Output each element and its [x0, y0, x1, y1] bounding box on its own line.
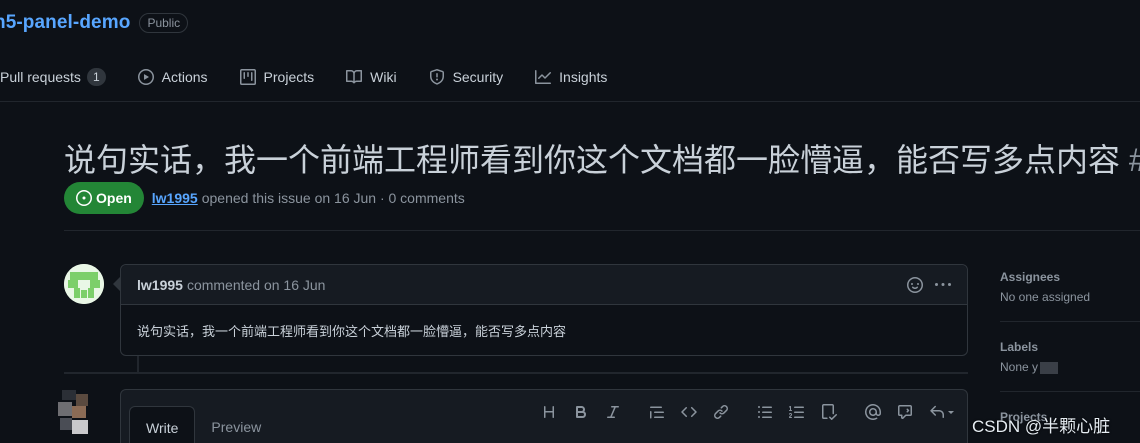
issue-state-badge: Open [64, 182, 144, 214]
comment-header: lw1995 commented on 16 Jun [121, 265, 967, 305]
heading-icon[interactable] [541, 404, 557, 420]
comment-editor: Write Preview [120, 389, 968, 443]
labels-value-text: None y [1000, 360, 1039, 374]
sidebar-divider [1000, 391, 1140, 392]
issue-opened-icon [76, 190, 92, 206]
identicon-avatar-icon [64, 264, 104, 304]
nav-divider [0, 101, 1140, 102]
current-user-avatar[interactable] [56, 388, 96, 440]
tab-write[interactable]: Write [129, 406, 196, 443]
tab-wiki-label: Wiki [370, 69, 397, 85]
tab-pull-requests-label: Pull requests [0, 69, 81, 85]
play-icon [137, 69, 154, 85]
reply-icon[interactable] [929, 404, 955, 420]
quote-icon[interactable] [649, 404, 665, 420]
comment-meta[interactable]: commented on 16 Jun [187, 277, 326, 293]
comment-box: lw1995 commented on 16 Jun 说句实话，我一个前端工程师… [113, 264, 968, 356]
timeline-line [137, 356, 139, 372]
pull-requests-counter: 1 [86, 68, 106, 86]
graph-icon [535, 70, 552, 84]
tab-pull-requests[interactable]: Pull requests 1 [0, 68, 106, 86]
comment-author-link[interactable]: lw1995 [137, 277, 183, 293]
repo-header: h5-panel-demo Public [0, 10, 189, 36]
cross-reference-icon[interactable] [897, 404, 913, 420]
tab-projects[interactable]: Projects [239, 69, 315, 85]
shield-icon [429, 69, 444, 85]
avatar[interactable] [64, 264, 104, 304]
tab-security[interactable]: Security [429, 69, 504, 85]
unordered-list-icon[interactable] [757, 404, 773, 420]
tab-insights-label: Insights [559, 69, 608, 85]
labels-heading: Labels [1000, 340, 1039, 354]
issue-meta-text: opened this issue on 16 Jun · 0 comments [201, 190, 465, 206]
markdown-toolbar [525, 403, 955, 420]
issue-meta: Open lw1995 opened this issue on 16 Jun … [64, 182, 465, 214]
italic-icon[interactable] [605, 404, 621, 420]
kebab-menu-icon[interactable] [935, 277, 951, 293]
link-icon[interactable] [713, 404, 729, 420]
bold-icon[interactable] [573, 404, 589, 420]
book-icon [346, 69, 363, 84]
visibility-badge: Public [139, 13, 189, 33]
labels-section[interactable]: Labels None y [1000, 340, 1140, 374]
ordered-list-icon[interactable] [789, 404, 805, 420]
mention-icon[interactable] [865, 403, 881, 420]
issue-state-label: Open [96, 190, 132, 206]
tab-security-label: Security [452, 69, 504, 85]
tab-wiki[interactable]: Wiki [346, 69, 397, 85]
task-list-icon[interactable] [821, 404, 838, 420]
tab-actions-label: Actions [161, 69, 208, 85]
issue-title: 说句实话，我一个前端工程师看到你这个文档都一脸懵逼，能否写多点内容 # [64, 135, 1140, 181]
assignees-heading: Assignees [1000, 270, 1061, 284]
title-divider [64, 230, 1140, 231]
issue-number: # [1129, 142, 1140, 178]
tab-projects-label: Projects [263, 69, 315, 85]
sidebar-divider [1000, 321, 1140, 322]
tab-actions[interactable]: Actions [137, 69, 208, 85]
issue-title-text: 说句实话，我一个前端工程师看到你这个文档都一脸懵逼，能否写多点内容 [64, 142, 1121, 178]
repo-nav: Pull requests 1 Actions Projects Wiki Se… [0, 58, 639, 96]
assignees-section[interactable]: Assignees No one assigned [1000, 270, 1140, 304]
project-board-icon [239, 69, 256, 85]
labels-value: None y [1000, 360, 1140, 374]
timeline-divider [64, 372, 968, 374]
issue-sidebar: Assignees No one assigned Labels None y … [1000, 270, 1140, 430]
issue-author-link[interactable]: lw1995 [152, 190, 198, 206]
code-icon[interactable] [681, 404, 697, 420]
smiley-icon[interactable] [907, 276, 923, 293]
repo-name-link[interactable]: h5-panel-demo [0, 12, 130, 34]
tab-insights[interactable]: Insights [535, 69, 607, 85]
comment-body: 说句实话，我一个前端工程师看到你这个文档都一脸懵逼，能否写多点内容 [137, 324, 567, 339]
csdn-watermark: CSDN @半颗心脏 [972, 417, 1111, 436]
tab-preview[interactable]: Preview [195, 406, 277, 443]
comment-actions [895, 276, 951, 293]
redacted-block [1040, 361, 1059, 374]
assignees-value: No one assigned [1000, 290, 1091, 304]
